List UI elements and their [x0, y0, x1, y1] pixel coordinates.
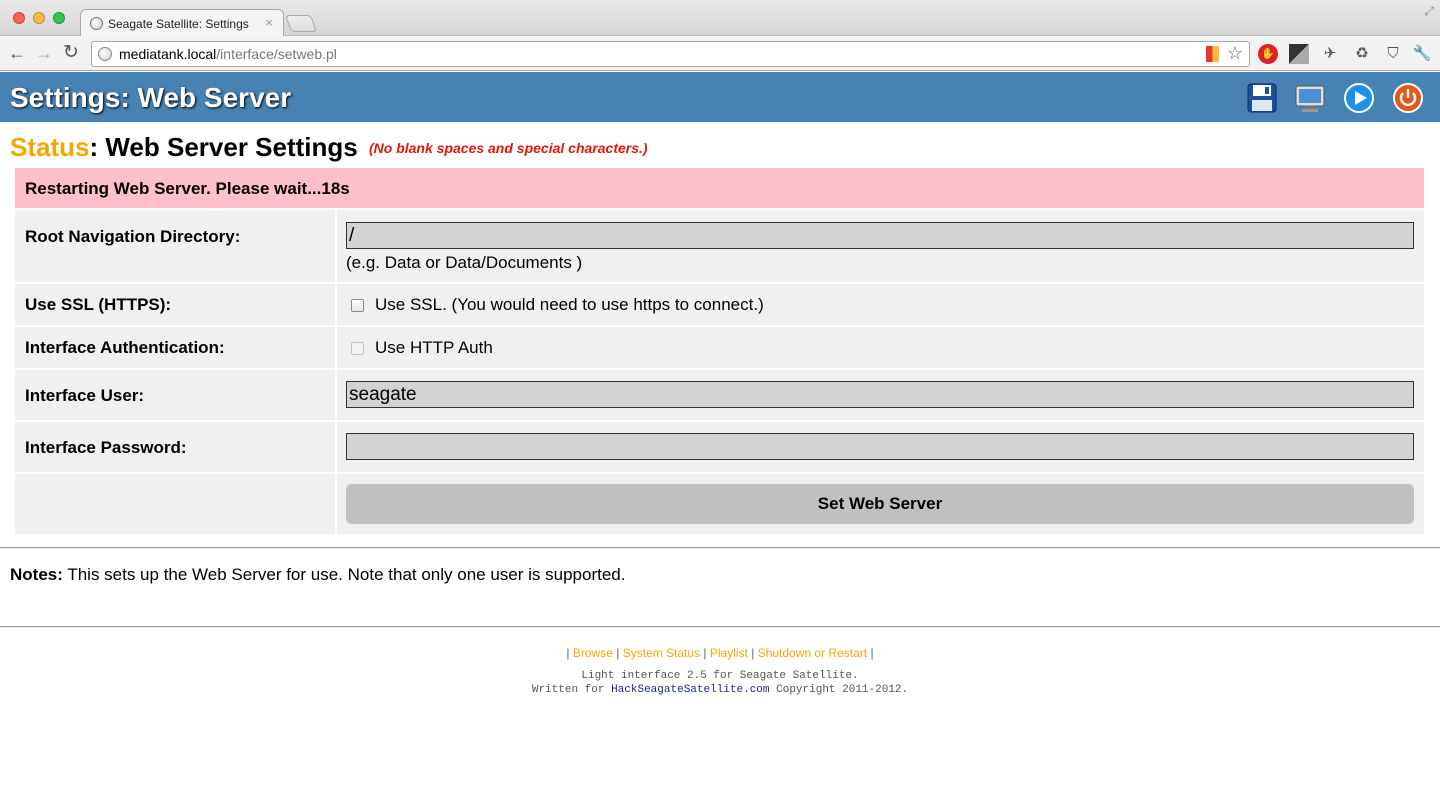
divider [0, 626, 1440, 628]
credit-line-2: Written for HackSeagateSatellite.com Cop… [0, 683, 1440, 697]
root-dir-input[interactable] [346, 222, 1414, 249]
footer-sep: | [566, 646, 570, 660]
http-auth-checkbox-label[interactable]: Use HTTP Auth [375, 338, 493, 358]
back-arrow-icon[interactable]: ← [8, 42, 26, 64]
extension-icon[interactable] [1289, 44, 1309, 64]
status-heading: Status: Web Server Settings (No blank sp… [10, 132, 648, 163]
credit-suffix: Copyright 2011-2012. [769, 684, 909, 696]
browser-titlebar: Seagate Satellite: Settings × ⤢ [0, 0, 1440, 37]
footer-sep: | [870, 646, 874, 660]
ssl-label: Use SSL (HTTPS): [25, 295, 172, 314]
forward-arrow-icon[interactable]: → [35, 42, 53, 64]
footer-sep: | [751, 646, 755, 660]
star-icon[interactable]: ☆ [1227, 43, 1243, 64]
notes: Notes: This sets up the Web Server for u… [10, 565, 625, 585]
footer-sep: | [703, 646, 707, 660]
page-header: Settings: Web Server [0, 72, 1440, 122]
browser-toolbar: ← → ↻ mediatank.local/interface/setweb.p… [0, 36, 1440, 71]
power-icon[interactable] [1393, 83, 1423, 113]
status-colon: : [89, 132, 99, 162]
form-row-auth: Interface Authentication: Use HTTP Auth [15, 325, 1424, 368]
footer-link-browse[interactable]: Browse [573, 646, 613, 660]
adblock-extension-icon[interactable]: ✋ [1258, 44, 1278, 64]
pocket-icon[interactable]: ⛉ [1383, 44, 1403, 64]
status-hint: (No blank spaces and special characters.… [368, 140, 648, 156]
tab-title: Seagate Satellite: Settings [108, 17, 249, 31]
status-title: Web Server Settings [98, 132, 358, 162]
set-web-server-button[interactable]: Set Web Server [346, 484, 1414, 524]
settings-form: Restarting Web Server. Please wait...18s… [15, 168, 1424, 534]
footer-link-shutdown[interactable]: Shutdown or Restart [758, 646, 867, 660]
window-close-button[interactable] [13, 12, 25, 24]
address-bar[interactable]: mediatank.local/interface/setweb.pl ☆ [91, 41, 1250, 67]
window-minimize-button[interactable] [33, 12, 45, 24]
ssl-checkbox-label[interactable]: Use SSL. (You would need to use https to… [375, 295, 764, 315]
user-input[interactable] [346, 381, 1414, 408]
url-path: /interface/setweb.pl [216, 46, 337, 62]
globe-icon [98, 47, 112, 61]
extension-icon[interactable]: ♻ [1352, 44, 1372, 64]
footer-sep: | [616, 646, 620, 660]
row-divider [335, 474, 337, 534]
ssl-checkbox[interactable] [351, 299, 364, 312]
row-divider [335, 370, 337, 420]
footer-nav: | Browse | System Status | Playlist | Sh… [0, 646, 1440, 660]
row-divider [335, 284, 337, 325]
footer-link-system-status[interactable]: System Status [623, 646, 700, 660]
status-label: Status [10, 132, 90, 162]
bookmark-extension-icon[interactable] [1206, 46, 1219, 62]
tab-close-icon[interactable]: × [265, 15, 273, 30]
wrench-icon[interactable]: 🔧 [1412, 44, 1432, 64]
fullscreen-icon[interactable]: ⤢ [1424, 4, 1434, 19]
root-dir-hint: (e.g. Data or Data/Documents ) [346, 253, 583, 272]
form-row-submit: Set Web Server [15, 472, 1424, 534]
monitor-icon[interactable] [1295, 83, 1325, 113]
restart-alert: Restarting Web Server. Please wait...18s [15, 168, 1424, 208]
extension-icon[interactable]: ✈ [1320, 44, 1340, 64]
notes-text: This sets up the Web Server for use. Not… [62, 565, 626, 584]
credit-prefix: Written for [531, 684, 612, 696]
url-text[interactable]: mediatank.local/interface/setweb.pl [119, 46, 337, 62]
row-divider [335, 210, 337, 282]
auth-label: Interface Authentication: [25, 338, 225, 357]
divider [0, 547, 1440, 549]
password-input[interactable] [346, 433, 1414, 460]
credit-line-1: Light interface 2.5 for Seagate Satellit… [581, 670, 859, 682]
globe-icon [90, 17, 103, 30]
password-label: Interface Password: [25, 438, 187, 457]
credits: Light interface 2.5 for Seagate Satellit… [0, 669, 1440, 697]
credit-link[interactable]: HackSeagateSatellite.com [611, 684, 769, 696]
form-row-ssl: Use SSL (HTTPS): Use SSL. (You would nee… [15, 282, 1424, 325]
reload-icon[interactable]: ↻ [63, 42, 79, 64]
window-zoom-button[interactable] [53, 12, 65, 24]
form-row-password: Interface Password: [15, 420, 1424, 472]
form-row-user: Interface User: [15, 368, 1424, 420]
save-icon[interactable] [1247, 83, 1277, 113]
form-row-root-dir: Root Navigation Directory: (e.g. Data or… [15, 208, 1424, 282]
page-title: Settings: Web Server [10, 82, 292, 113]
http-auth-checkbox[interactable] [351, 342, 364, 355]
play-icon[interactable] [1344, 83, 1374, 113]
notes-label: Notes: [10, 565, 63, 584]
row-divider [335, 327, 337, 368]
new-tab-button[interactable] [284, 15, 318, 32]
root-dir-label: Root Navigation Directory: [25, 227, 241, 246]
user-label: Interface User: [25, 386, 145, 405]
browser-tab[interactable]: Seagate Satellite: Settings × [80, 9, 284, 37]
row-divider [335, 422, 337, 472]
url-host: mediatank.local [119, 46, 217, 62]
footer-link-playlist[interactable]: Playlist [710, 646, 748, 660]
